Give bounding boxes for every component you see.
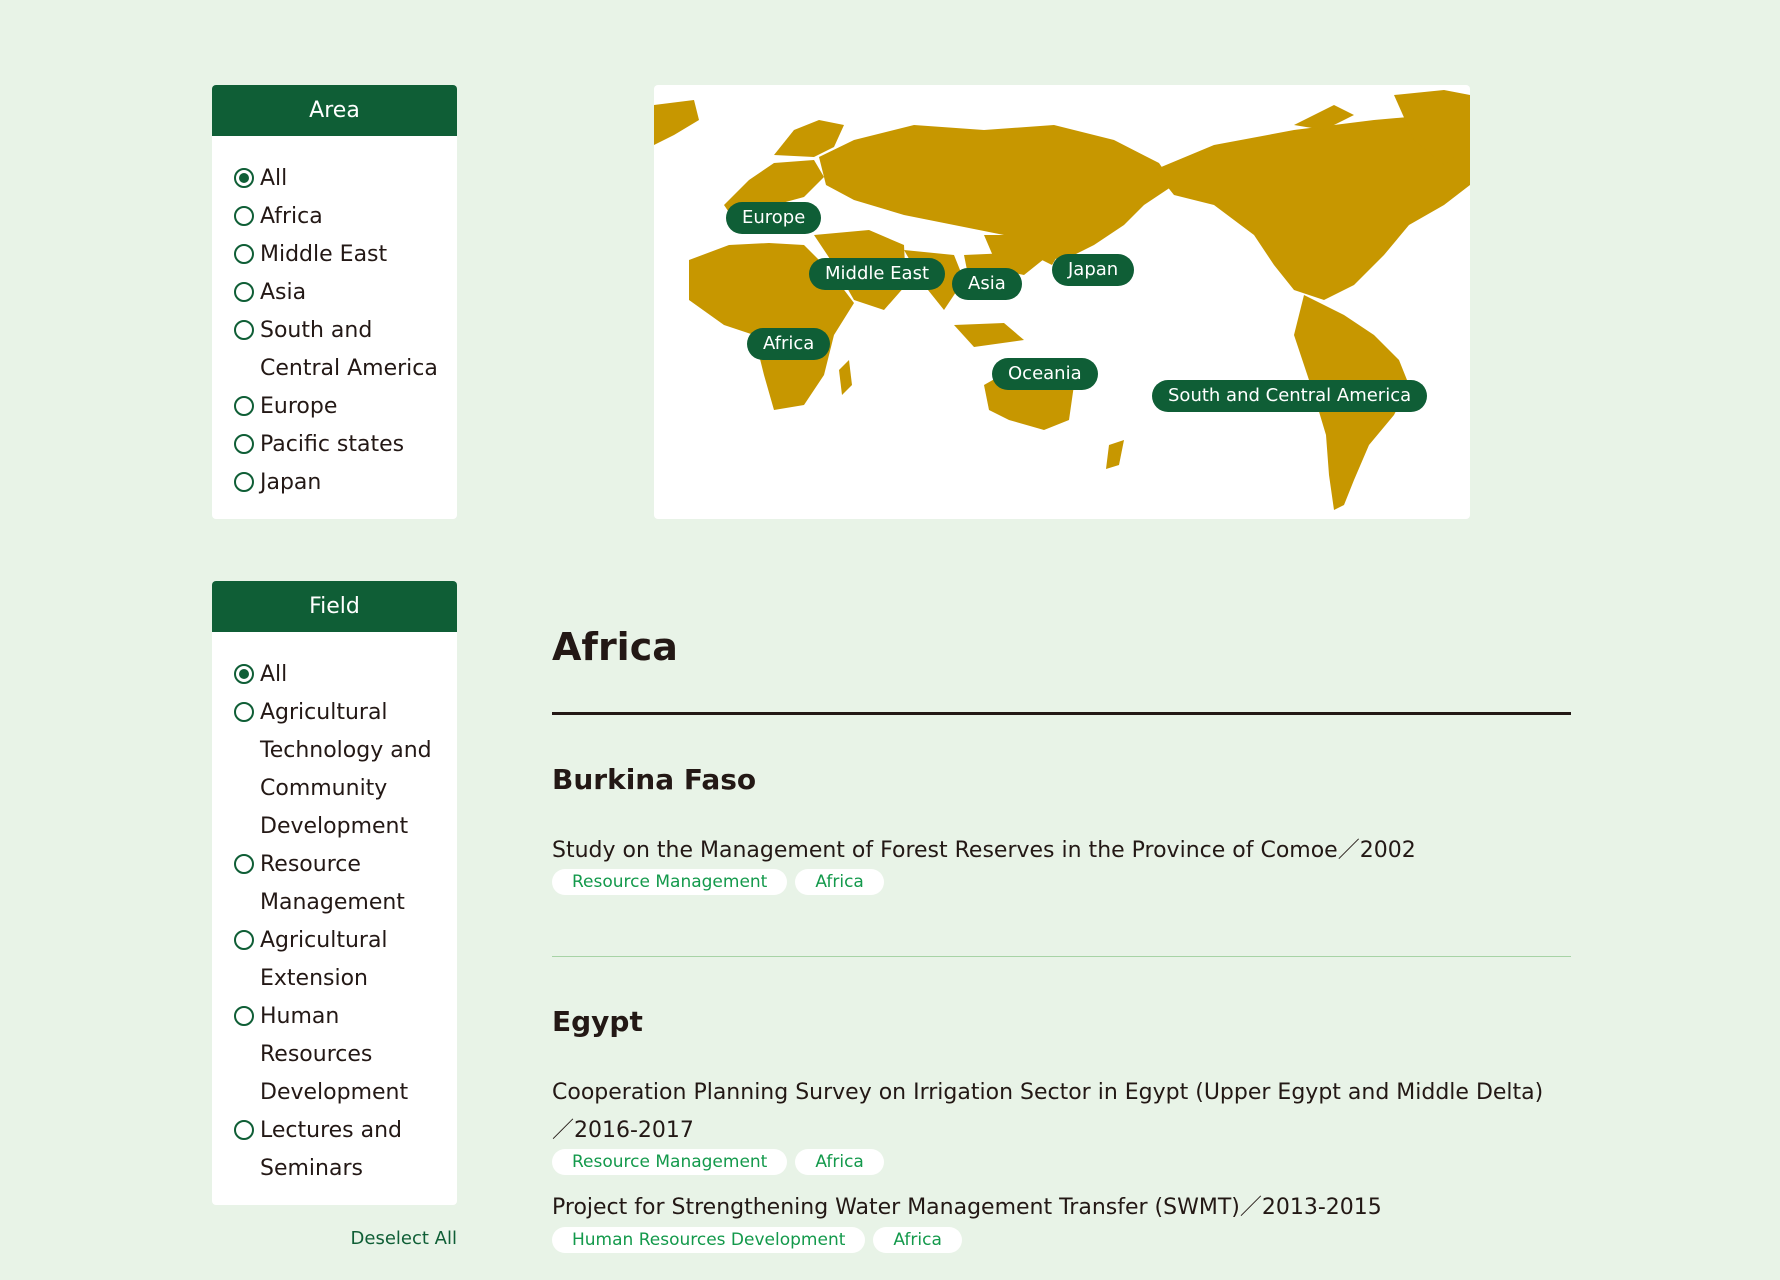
area-option-south-central-america[interactable]: South and Central America: [232, 312, 457, 388]
area-option-asia[interactable]: Asia: [232, 274, 457, 312]
tag[interactable]: Human Resources Development: [552, 1227, 866, 1253]
region-title: Africa: [552, 625, 678, 669]
field-option-resource-management[interactable]: Resource Management: [232, 846, 457, 922]
area-option-middle-east[interactable]: Middle East: [232, 236, 457, 274]
radio-icon[interactable]: [234, 1120, 254, 1140]
map-label-asia[interactable]: Asia: [952, 268, 1022, 300]
radio-icon[interactable]: [234, 434, 254, 454]
radio-icon[interactable]: [234, 854, 254, 874]
field-filter-panel: Field All Agricultural Technology and Comm…: [212, 581, 457, 1205]
radio-icon[interactable]: [234, 282, 254, 302]
area-option-africa[interactable]: Africa: [232, 198, 457, 236]
tag[interactable]: Africa: [795, 869, 884, 895]
field-option-agricultural-technology[interactable]: Agricultural Technology and Community Devel…: [232, 694, 457, 846]
map-label-oceania[interactable]: Oceania: [992, 358, 1098, 390]
area-option-all[interactable]: All: [232, 160, 457, 198]
map-label-japan[interactable]: Japan: [1052, 254, 1135, 286]
map-label-south-central-america[interactable]: South and Central America: [1152, 380, 1428, 412]
map-label-europe[interactable]: Europe: [726, 202, 822, 234]
field-panel-title: Field: [212, 581, 457, 632]
project-tags: Human Resources Development Africa: [552, 1227, 962, 1253]
tag[interactable]: Resource Management: [552, 1149, 788, 1175]
world-map-graphic: [654, 90, 1470, 510]
radio-checked-icon[interactable]: [234, 168, 254, 188]
field-option-human-resources[interactable]: Human Resources Development: [232, 998, 457, 1112]
radio-icon[interactable]: [234, 702, 254, 722]
country-divider: [552, 956, 1571, 957]
project-tags: Resource Management Africa: [552, 1149, 884, 1175]
radio-icon[interactable]: [234, 206, 254, 226]
map-label-middle-east[interactable]: Middle East: [809, 258, 946, 290]
radio-icon[interactable]: [234, 320, 254, 340]
radio-icon[interactable]: [234, 1006, 254, 1026]
map-label-africa[interactable]: Africa: [747, 328, 831, 360]
country-heading: Egypt: [552, 1005, 643, 1038]
country-heading: Burkina Faso: [552, 763, 757, 796]
field-option-lectures-seminars[interactable]: Lectures and Seminars: [232, 1112, 457, 1188]
radio-checked-icon[interactable]: [234, 664, 254, 684]
tag[interactable]: Africa: [873, 1227, 962, 1253]
field-option-agricultural-extension[interactable]: Agricultural Extension: [232, 922, 457, 998]
world-map: Europe Middle East Asia Japan Africa Oce…: [654, 85, 1470, 519]
area-filter-panel: Area All Africa Middle East Asia South a…: [212, 85, 457, 519]
tag[interactable]: Africa: [795, 1149, 884, 1175]
area-option-pacific-states[interactable]: Pacific states: [232, 426, 457, 464]
area-panel-title: Area: [212, 85, 457, 136]
radio-icon[interactable]: [234, 472, 254, 492]
radio-icon[interactable]: [234, 930, 254, 950]
field-option-all[interactable]: All: [232, 656, 457, 694]
title-divider: [552, 712, 1571, 715]
project-title[interactable]: Study on the Management of Forest Reserv…: [552, 832, 1552, 870]
radio-icon[interactable]: [234, 244, 254, 264]
project-tags: Resource Management Africa: [552, 869, 884, 895]
area-option-japan[interactable]: Japan: [232, 464, 457, 502]
project-title[interactable]: Cooperation Planning Survey on Irrigatio…: [552, 1074, 1552, 1150]
tag[interactable]: Resource Management: [552, 869, 788, 895]
project-title[interactable]: Project for Strengthening Water Manageme…: [552, 1189, 1552, 1227]
deselect-all-link[interactable]: Deselect All: [340, 1228, 457, 1249]
radio-icon[interactable]: [234, 396, 254, 416]
area-option-europe[interactable]: Europe: [232, 388, 457, 426]
